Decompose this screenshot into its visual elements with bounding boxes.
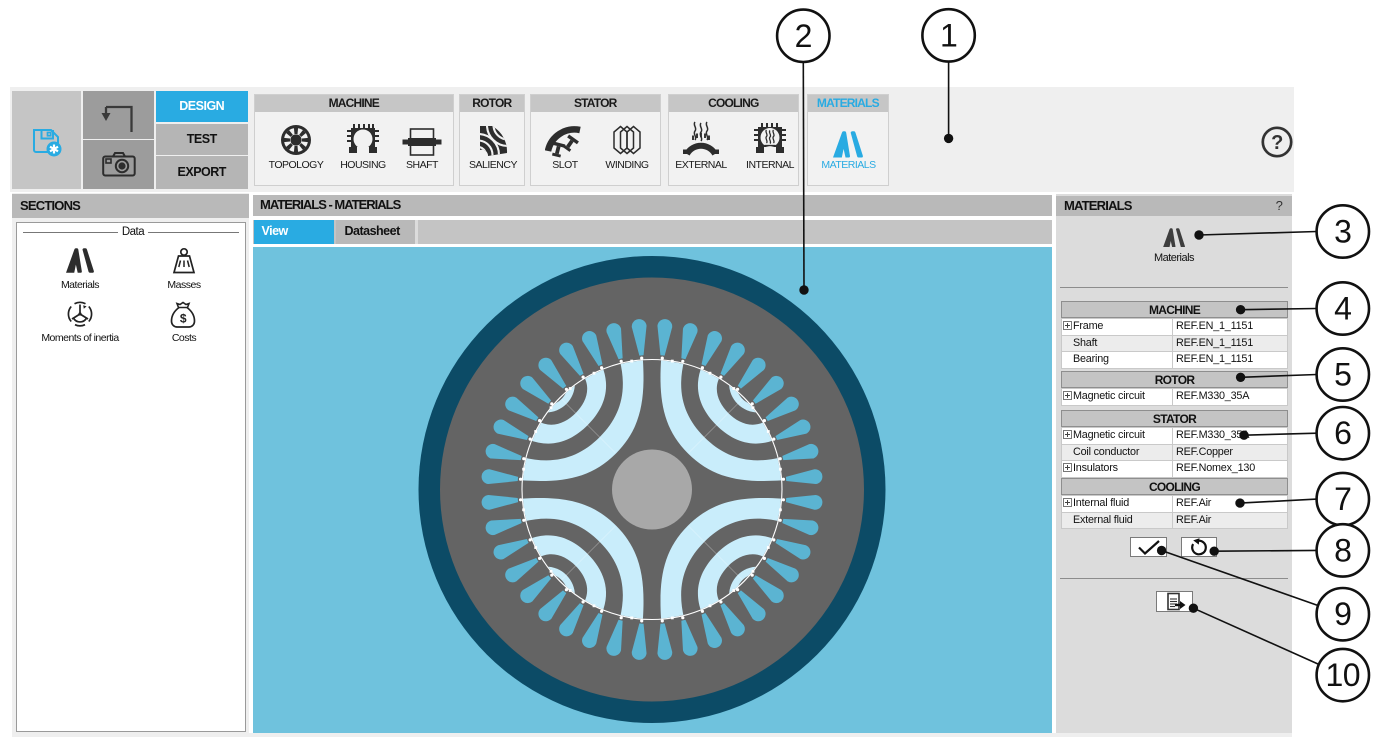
svg-text:3: 3 (1334, 214, 1351, 250)
svg-text:4: 4 (1334, 291, 1351, 327)
svg-text:8: 8 (1334, 532, 1351, 568)
svg-text:9: 9 (1334, 596, 1351, 632)
svg-text:7: 7 (1334, 481, 1351, 517)
svg-text:?: ? (1271, 132, 1283, 154)
svg-text:$: $ (180, 312, 187, 326)
svg-text:5: 5 (1334, 357, 1351, 393)
svg-text:10: 10 (1326, 657, 1361, 693)
svg-text:1: 1 (940, 17, 957, 53)
svg-text:6: 6 (1334, 415, 1351, 451)
svg-text:2: 2 (795, 18, 812, 54)
